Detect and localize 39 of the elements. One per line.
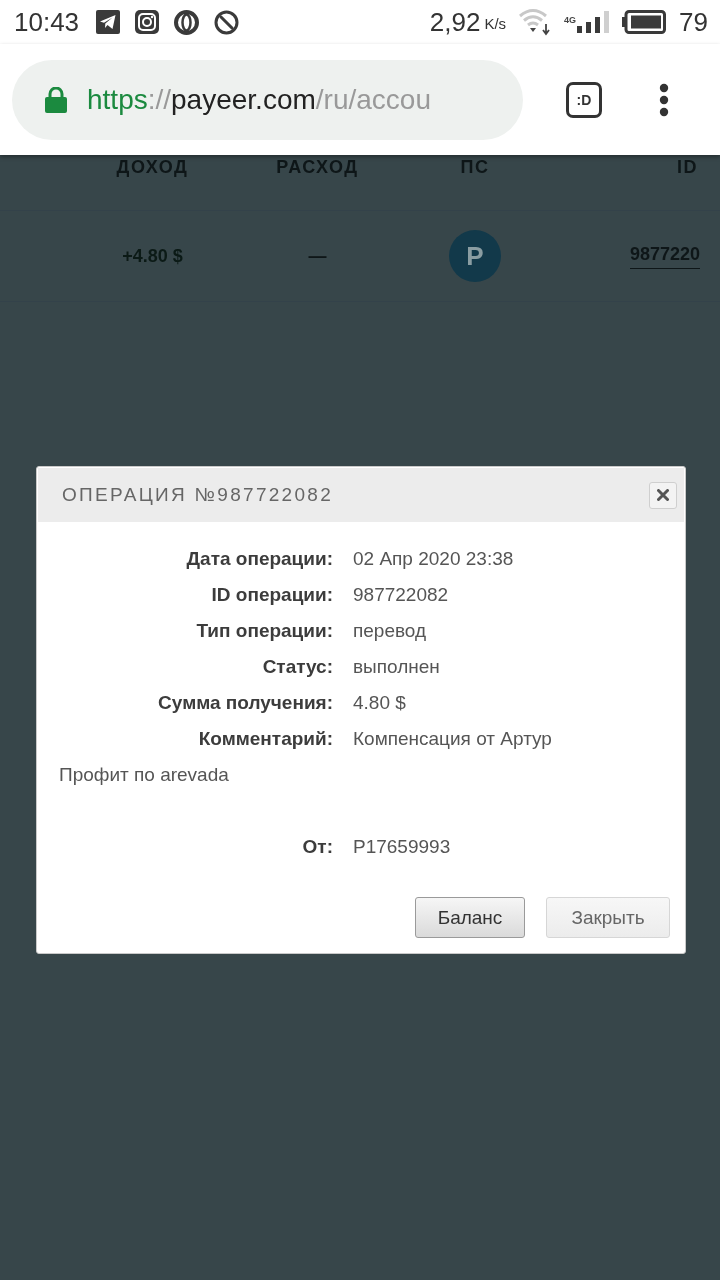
menu-icon[interactable] <box>659 82 669 117</box>
detail-label: Сумма получения: <box>158 692 333 714</box>
comment-note: Профит по arevada <box>59 764 229 786</box>
close-button[interactable] <box>649 481 677 509</box>
battery-icon <box>622 10 667 34</box>
wifi-icon <box>519 8 552 36</box>
url-text: https://payeer.com/ru/accou <box>87 83 431 116</box>
expense-amount: — <box>308 245 327 267</box>
speed-unit: K/s <box>484 14 507 32</box>
tab-switcher-button[interactable]: :D <box>566 81 602 118</box>
detail-label: Комментарий: <box>198 728 333 750</box>
close-icon <box>657 489 669 501</box>
detail-value: 4.80 $ <box>353 692 406 714</box>
close-dialog-button[interactable]: Закрыть <box>546 897 670 938</box>
sender-label: От: <box>302 836 333 858</box>
instagram-icon <box>135 10 160 34</box>
ring-icon <box>174 9 200 35</box>
payment-system-logo: P <box>449 230 501 282</box>
clock-time: 10:43 <box>14 6 80 38</box>
telegram-icon <box>96 10 121 34</box>
detail-value: выполнен <box>353 656 440 678</box>
detail-value: 987722082 <box>353 584 449 606</box>
detail-value: Компенсация от Артур <box>353 728 552 750</box>
address-bar[interactable]: https://payeer.com/ru/accou <box>12 59 523 140</box>
balance-button[interactable]: Баланс <box>415 897 525 938</box>
battery-level: 79 <box>679 6 708 38</box>
dialog-title: ОПЕРАЦИЯ №987722082 <box>62 484 334 506</box>
detail-label: Дата операции: <box>186 548 333 570</box>
signal-icon <box>577 11 610 33</box>
sender-value: P17659993 <box>353 836 451 858</box>
network-speed: 2,92 <box>429 6 481 38</box>
detail-value: 02 Апр 2020 23:38 <box>353 548 514 570</box>
circle-slash-icon <box>214 9 240 35</box>
detail-label: ID операции: <box>211 584 333 606</box>
detail-label: Тип операции: <box>196 620 333 642</box>
detail-label: Статус: <box>262 656 333 678</box>
lock-icon <box>45 86 67 113</box>
network-type: 4G <box>564 14 577 25</box>
detail-value: перевод <box>353 620 427 642</box>
